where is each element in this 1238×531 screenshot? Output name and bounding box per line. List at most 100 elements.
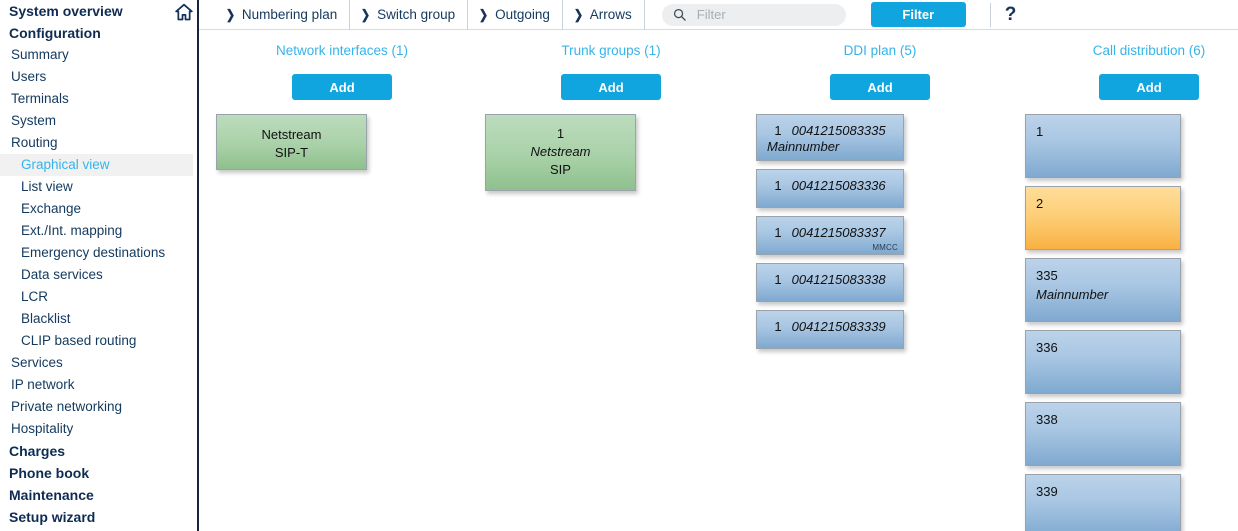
sidebar-nav-list: System overview Configuration Summary Users… [0, 0, 197, 528]
card-index: 1 [774, 178, 782, 193]
toolbar-menu-outgoing[interactable]: ❯ Outgoing [468, 0, 563, 30]
column-ddi-plan-5: DDI plan (5) Add 1 0041215083335 Mainnumber 1… [750, 30, 1010, 357]
add-button[interactable]: Add [1099, 74, 1199, 100]
card-line: SIP [550, 162, 571, 177]
card-primary-row: 1 0041215083336 [767, 178, 893, 193]
sidebar-item-system-overview[interactable]: System overview [0, 0, 197, 22]
sidebar-item-exchange[interactable]: Exchange [0, 198, 197, 220]
sidebar: System overview Configuration Summary Users… [0, 0, 199, 531]
sidebar-item-clip-based-routing[interactable]: CLIP based routing [0, 330, 197, 352]
sidebar-item-services[interactable]: Services [0, 352, 197, 374]
card-primary-row: 1 0041215083335 [767, 123, 893, 138]
toolbar-menu-switch-group[interactable]: ❯ Switch group [350, 0, 469, 30]
card-name: 335 [1036, 268, 1058, 283]
card-name: 1 [1036, 124, 1044, 139]
card[interactable]: 336 [1025, 330, 1181, 394]
sidebar-item-terminals[interactable]: Terminals [0, 88, 197, 110]
card[interactable]: 338 [1025, 402, 1181, 466]
card-name: 336 [1036, 340, 1058, 355]
sidebar-item-private-networking[interactable]: Private networking [0, 396, 197, 418]
sidebar-item-maintenance[interactable]: Maintenance [0, 484, 197, 506]
card-subtitle: Mainnumber [767, 139, 840, 154]
filter-button[interactable]: Filter [870, 2, 966, 27]
card-name: 2 [1036, 196, 1044, 211]
card-number: 0041215083339 [791, 319, 886, 334]
card-number: 0041215083337 [791, 225, 886, 240]
sidebar-item-ip-network[interactable]: IP network [0, 374, 197, 396]
toolbar: ❯ Numbering plan ❯ Switch group ❯ Outgoing ❯ Ar… [199, 0, 1238, 30]
column-title[interactable]: DDI plan (5) [750, 42, 1010, 60]
app-root: System overview Configuration Summary Users… [0, 0, 1238, 531]
card-tag: MMCC [872, 243, 898, 252]
graphical-view-canvas: Network interfaces (1) Add Netstream SIP-T T… [199, 30, 1238, 531]
card-name: 338 [1036, 412, 1058, 427]
sidebar-item-emergency-destinations[interactable]: Emergency destinations [0, 242, 197, 264]
card[interactable]: 339 [1025, 474, 1181, 531]
home-icon[interactable] [174, 2, 194, 22]
sidebar-item-ext-int-mapping[interactable]: Ext./Int. mapping [0, 220, 197, 242]
sidebar-item-list-view[interactable]: List view [0, 176, 197, 198]
column-call-distribution-6: Call distribution (6) Add 1 2 335 Mainnumber 3… [1019, 30, 1238, 531]
card-line: Netstream [261, 127, 322, 142]
card[interactable]: 1 0041215083335 Mainnumber [756, 114, 904, 161]
chevron-right-icon: ❯ [478, 6, 489, 22]
card[interactable]: 1 Netstream SIP [485, 114, 636, 191]
card[interactable]: 1 0041215083339 [756, 310, 904, 349]
sidebar-item-configuration[interactable]: Configuration [0, 22, 197, 44]
card-list: Netstream SIP-T [212, 114, 472, 170]
sidebar-item-setup-wizard[interactable]: Setup wizard [0, 506, 197, 528]
filter-search-input[interactable] [694, 6, 834, 23]
column-title[interactable]: Trunk groups (1) [481, 42, 741, 60]
card-index: 1 [774, 272, 782, 287]
toolbar-menu-label: Numbering plan [241, 7, 338, 22]
card[interactable]: 2 [1025, 186, 1181, 250]
toolbar-menu-label: Arrows [589, 7, 632, 22]
card-number: 0041215083338 [791, 272, 886, 287]
sidebar-item-data-services[interactable]: Data services [0, 264, 197, 286]
chevron-right-icon: ❯ [361, 6, 371, 22]
main-area: ❯ Numbering plan ❯ Switch group ❯ Outgoing ❯ Ar… [199, 0, 1238, 531]
toolbar-menu-arrows[interactable]: ❯ Arrows [563, 0, 645, 30]
sidebar-item-lcr[interactable]: LCR [0, 286, 197, 308]
card[interactable]: 1 0041215083338 [756, 263, 904, 302]
add-button[interactable]: Add [561, 74, 661, 100]
card-index: 1 [774, 319, 782, 334]
card[interactable]: Netstream SIP-T [216, 114, 367, 170]
card-line: 1 [556, 126, 565, 141]
column-network-interfaces-1: Network interfaces (1) Add Netstream SIP-T [212, 30, 472, 178]
card[interactable]: 335 Mainnumber [1025, 258, 1181, 322]
card-subtitle: Mainnumber [1036, 287, 1109, 302]
toolbar-menu-numbering-plan[interactable]: ❯ Numbering plan [215, 0, 351, 30]
sidebar-item-phone-book[interactable]: Phone book [0, 462, 197, 484]
sidebar-item-routing[interactable]: Routing [0, 132, 197, 154]
filter-search-box[interactable] [661, 3, 846, 26]
sidebar-item-blacklist[interactable]: Blacklist [0, 308, 197, 330]
card[interactable]: 1 [1025, 114, 1181, 178]
toolbar-menu-label: Outgoing [495, 7, 550, 22]
sidebar-item-users[interactable]: Users [0, 66, 197, 88]
sidebar-item-hospitality[interactable]: Hospitality [0, 418, 197, 440]
card-line: Netstream [530, 144, 591, 159]
sidebar-item-summary[interactable]: Summary [0, 44, 197, 66]
sidebar-item-system[interactable]: System [0, 110, 197, 132]
help-button[interactable]: ? [1005, 5, 1017, 24]
search-icon [672, 7, 687, 22]
toolbar-menu-group: ❯ Numbering plan ❯ Switch group ❯ Outgoing ❯ Ar… [215, 0, 645, 30]
column-title[interactable]: Call distribution (6) [1019, 42, 1238, 60]
card-primary-row: 1 0041215083339 [767, 319, 893, 334]
sidebar-item-graphical-view[interactable]: Graphical view [0, 154, 193, 176]
card[interactable]: 1 0041215083337 MMCC [756, 216, 904, 255]
card-primary-row: 1 0041215083337 [767, 225, 893, 240]
add-button[interactable]: Add [830, 74, 930, 100]
card-list: 1 2 335 Mainnumber 336 338 339 [1019, 114, 1238, 531]
card-line: SIP-T [274, 145, 309, 160]
add-button[interactable]: Add [292, 74, 392, 100]
chevron-right-icon: ❯ [225, 6, 236, 22]
card-name: 339 [1036, 484, 1058, 499]
card-primary-row: 1 0041215083338 [767, 272, 893, 287]
sidebar-item-charges[interactable]: Charges [0, 440, 197, 462]
card-number: 0041215083335 [791, 123, 886, 138]
column-title[interactable]: Network interfaces (1) [212, 42, 472, 60]
card[interactable]: 1 0041215083336 [756, 169, 904, 208]
